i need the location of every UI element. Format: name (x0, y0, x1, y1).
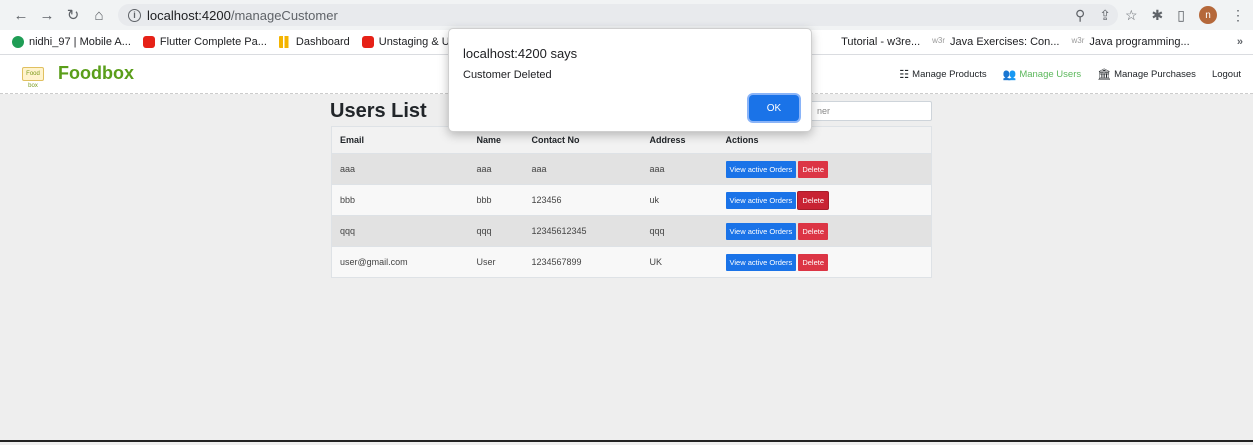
bookmark-item[interactable]: Tutorial - w3re... (841, 36, 920, 48)
menu-icon[interactable]: ⋮ (1231, 7, 1245, 24)
url-path: /manageCustomer (230, 7, 338, 23)
cell-email: user@gmail.com (331, 246, 469, 278)
favicon-icon (12, 36, 24, 48)
taskbar-edge (0, 440, 1253, 442)
view-active-orders-button[interactable]: View active Orders (725, 160, 797, 178)
bookmark-label: Java programming... (1089, 36, 1190, 48)
bookmark-star-icon[interactable]: ☆ (1125, 7, 1138, 24)
profile-avatar[interactable]: n (1199, 6, 1217, 24)
zoom-icon[interactable]: ⚲ (1075, 7, 1085, 24)
youtube-icon (361, 36, 374, 48)
nav-manage-purchases[interactable]: 🏛 Manage Purchases (1097, 68, 1196, 81)
delete-button[interactable]: Delete (798, 253, 828, 271)
alert-dialog: localhost:4200 says Customer Deleted OK (448, 28, 812, 132)
extensions-icon[interactable]: ✱ (1152, 7, 1164, 24)
analytics-icon (278, 36, 291, 48)
bookmark-item[interactable]: w3r Java Exercises: Con... (932, 36, 1059, 48)
youtube-icon (142, 36, 155, 48)
address-bar[interactable]: i localhost:4200/manageCustomer (118, 4, 1118, 26)
nav-links: ☷ Manage Products 👥 Manage Users 🏛 Manage P… (899, 68, 1241, 81)
view-active-orders-button[interactable]: View active Orders (725, 191, 797, 209)
foodbox-logo: Food box (22, 66, 44, 89)
nav-label: Manage Purchases (1114, 69, 1196, 80)
delete-button[interactable]: Delete (798, 160, 828, 178)
brand[interactable]: Food box Foodbox (22, 63, 134, 89)
dialog-message: Customer Deleted (463, 69, 552, 81)
ok-button[interactable]: OK (749, 95, 799, 121)
cell-name: User (468, 246, 524, 278)
bookmark-item[interactable]: w3r Java programming... (1071, 36, 1190, 48)
w3resource-icon: w3r (1071, 36, 1085, 48)
url-host: localhost:4200 (147, 7, 231, 23)
cell-address: qqq (641, 215, 718, 247)
cell-actions: View active Orders Delete (717, 153, 932, 185)
cell-contact: 1234567899 (523, 246, 642, 278)
cell-name: aaa (468, 153, 524, 185)
cell-actions: View active Orders Delete (717, 184, 932, 216)
w3resource-icon: w3r (932, 36, 946, 48)
bookmark-label: Dashboard (295, 36, 350, 48)
nav-logout[interactable]: Logout (1212, 69, 1241, 80)
column-header-email: Email (331, 126, 469, 154)
cell-contact: 12345612345 (523, 215, 642, 247)
reload-icon[interactable]: ↻ (62, 4, 84, 26)
view-active-orders-button[interactable]: View active Orders (725, 222, 797, 240)
nav-label: Manage Users (1019, 69, 1082, 80)
bookmark-label: Flutter Complete Pa... (159, 36, 267, 48)
table-row: aaa aaa aaa aaa View active Orders Delete (331, 153, 932, 185)
delete-button[interactable]: Delete (798, 222, 828, 240)
cell-email: qqq (331, 215, 469, 247)
cell-name: qqq (468, 215, 524, 247)
table-row: bbb bbb 123456 uk View active Orders Dele… (331, 184, 932, 216)
browser-actions: ⚲ ⇪ ☆ ✱ ▯ n ⋮ (1075, 4, 1245, 26)
cell-name: bbb (468, 184, 524, 216)
browser-toolbar: ← → ↻ ⌂ i localhost:4200/manageCustomer … (0, 0, 1253, 30)
bookmark-label: nidhi_97 | Mobile A... (29, 36, 131, 48)
bookmark-item[interactable]: Dashboard (278, 36, 350, 48)
cell-address: uk (641, 184, 718, 216)
side-panel-icon[interactable]: ▯ (1177, 7, 1185, 24)
cell-contact: 123456 (523, 184, 642, 216)
table-row: qqq qqq 12345612345 qqq View active Orde… (331, 215, 932, 247)
back-icon[interactable]: ← (10, 4, 32, 26)
nav-label: Logout (1211, 69, 1241, 80)
bookmark-item[interactable]: nidhi_97 | Mobile A... (12, 36, 131, 48)
cell-actions: View active Orders Delete (717, 246, 932, 278)
share-icon[interactable]: ⇪ (1099, 7, 1111, 24)
page-title: Users List (330, 100, 427, 122)
table-row: user@gmail.com User 1234567899 UK View a… (331, 246, 932, 278)
bookmark-label: Java Exercises: Con... (950, 36, 1060, 48)
cell-email: aaa (331, 153, 469, 185)
bookmark-label: Tutorial - w3re... (841, 36, 921, 48)
users-table: Email Name Contact No Address Actions aa… (331, 126, 932, 278)
nav-manage-products[interactable]: ☷ Manage Products (899, 68, 986, 81)
page-content: Users List ner Email Name Contact No Add… (0, 94, 1253, 445)
cell-address: aaa (641, 153, 718, 185)
cell-email: bbb (331, 184, 469, 216)
list-icon: ☷ (899, 69, 910, 81)
nav-manage-users[interactable]: 👥 Manage Users (1003, 68, 1081, 81)
view-active-orders-button[interactable]: View active Orders (725, 253, 797, 271)
nav-label: Manage Products (912, 69, 987, 80)
cell-address: UK (641, 246, 718, 278)
store-icon: 🏛 (1097, 69, 1112, 81)
users-icon: 👥 (1002, 69, 1017, 81)
brand-name: Foodbox (58, 63, 134, 83)
bookmarks-overflow-icon[interactable]: » (1237, 36, 1243, 48)
delete-button[interactable]: Delete (798, 191, 828, 209)
dialog-title: localhost:4200 says (463, 46, 578, 61)
cell-actions: View active Orders Delete (717, 215, 932, 247)
site-info-icon[interactable]: i (128, 8, 141, 22)
bookmark-item[interactable]: Flutter Complete Pa... (142, 36, 267, 48)
cell-contact: aaa (523, 153, 642, 185)
home-icon[interactable]: ⌂ (88, 4, 110, 26)
forward-icon[interactable]: → (36, 4, 58, 26)
